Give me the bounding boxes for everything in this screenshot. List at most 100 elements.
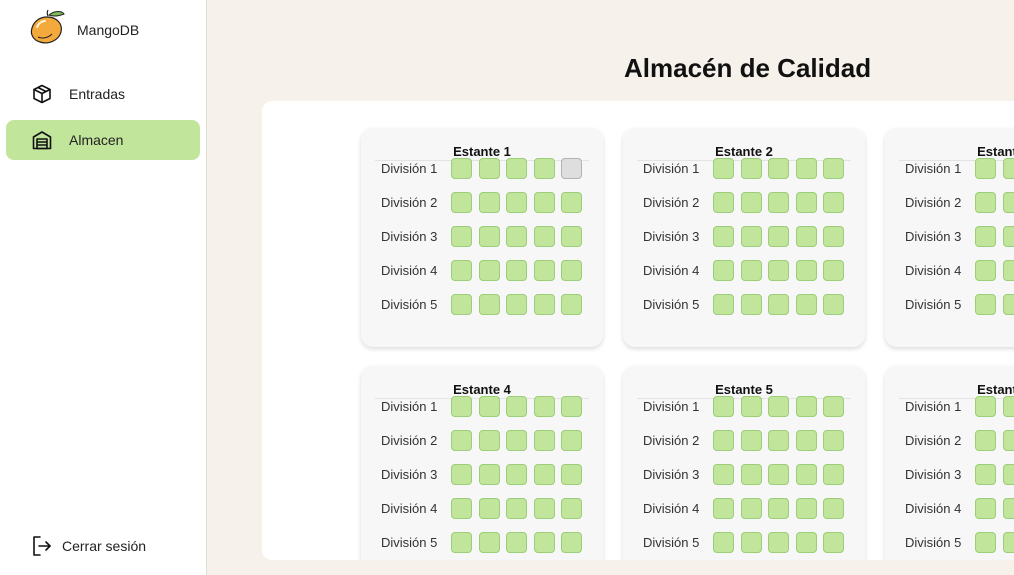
slot-filled[interactable] (795, 497, 817, 519)
slot-filled[interactable] (1002, 191, 1014, 213)
slot-filled[interactable] (768, 395, 789, 417)
slot-filled[interactable] (478, 293, 500, 315)
slot-filled[interactable] (506, 259, 527, 281)
slot-filled[interactable] (478, 463, 500, 485)
slot-filled[interactable] (506, 463, 527, 485)
slot-filled[interactable] (823, 497, 844, 519)
slot-filled[interactable] (740, 259, 762, 281)
slot-filled[interactable] (823, 191, 844, 213)
slot-filled[interactable] (478, 157, 500, 179)
slot-filled[interactable] (451, 225, 472, 247)
slot-filled[interactable] (478, 259, 500, 281)
slot-filled[interactable] (795, 293, 817, 315)
slot-filled[interactable] (975, 293, 996, 315)
slot-filled[interactable] (533, 429, 555, 451)
slot-filled[interactable] (506, 395, 527, 417)
slot-filled[interactable] (975, 191, 996, 213)
slot-filled[interactable] (451, 259, 472, 281)
slot-filled[interactable] (740, 497, 762, 519)
slot-filled[interactable] (795, 259, 817, 281)
slot-filled[interactable] (1002, 259, 1014, 281)
slot-filled[interactable] (740, 225, 762, 247)
slot-filled[interactable] (478, 429, 500, 451)
slot-filled[interactable] (478, 531, 500, 553)
slot-filled[interactable] (768, 497, 789, 519)
slot-filled[interactable] (478, 225, 500, 247)
slot-filled[interactable] (713, 497, 734, 519)
slot-filled[interactable] (533, 497, 555, 519)
slot-filled[interactable] (713, 293, 734, 315)
slot-filled[interactable] (768, 531, 789, 553)
slot-filled[interactable] (975, 497, 996, 519)
slot-filled[interactable] (823, 157, 844, 179)
slot-filled[interactable] (1002, 395, 1014, 417)
slot-filled[interactable] (740, 395, 762, 417)
slot-filled[interactable] (823, 225, 844, 247)
slot-filled[interactable] (823, 259, 844, 281)
slot-filled[interactable] (1002, 429, 1014, 451)
slot-filled[interactable] (975, 429, 996, 451)
slot-filled[interactable] (713, 259, 734, 281)
slot-filled[interactable] (795, 225, 817, 247)
slot-filled[interactable] (795, 395, 817, 417)
slot-filled[interactable] (506, 293, 527, 315)
slot-filled[interactable] (506, 429, 527, 451)
slot-filled[interactable] (1002, 463, 1014, 485)
slot-filled[interactable] (975, 259, 996, 281)
slot-filled[interactable] (713, 225, 734, 247)
slot-filled[interactable] (561, 531, 582, 553)
slot-filled[interactable] (823, 531, 844, 553)
slot-filled[interactable] (975, 225, 996, 247)
slot-filled[interactable] (478, 497, 500, 519)
slot-filled[interactable] (561, 259, 582, 281)
slot-filled[interactable] (506, 497, 527, 519)
slot-filled[interactable] (823, 429, 844, 451)
slot-filled[interactable] (768, 463, 789, 485)
slot-filled[interactable] (1002, 531, 1014, 553)
sidebar-item-almacen[interactable]: Almacen (6, 120, 200, 160)
slot-filled[interactable] (506, 531, 527, 553)
slot-filled[interactable] (451, 395, 472, 417)
slot-filled[interactable] (1002, 293, 1014, 315)
slot-filled[interactable] (768, 293, 789, 315)
slot-filled[interactable] (795, 531, 817, 553)
slot-filled[interactable] (768, 191, 789, 213)
slot-filled[interactable] (533, 225, 555, 247)
slot-filled[interactable] (561, 429, 582, 451)
slot-filled[interactable] (823, 463, 844, 485)
slot-filled[interactable] (768, 225, 789, 247)
slot-filled[interactable] (713, 531, 734, 553)
slot-filled[interactable] (768, 157, 789, 179)
slot-filled[interactable] (740, 531, 762, 553)
slot-filled[interactable] (975, 395, 996, 417)
slot-filled[interactable] (795, 157, 817, 179)
slot-filled[interactable] (740, 429, 762, 451)
slot-filled[interactable] (561, 293, 582, 315)
slot-filled[interactable] (768, 259, 789, 281)
slot-filled[interactable] (740, 463, 762, 485)
slot-filled[interactable] (451, 463, 472, 485)
slot-filled[interactable] (561, 497, 582, 519)
slot-filled[interactable] (533, 395, 555, 417)
slot-filled[interactable] (795, 463, 817, 485)
slot-filled[interactable] (1002, 497, 1014, 519)
slot-filled[interactable] (975, 463, 996, 485)
slot-filled[interactable] (740, 191, 762, 213)
slot-filled[interactable] (533, 259, 555, 281)
brand[interactable]: MangoDB (28, 9, 139, 50)
slot-filled[interactable] (533, 157, 555, 179)
logout-button[interactable]: Cerrar sesión (32, 535, 146, 557)
slot-filled[interactable] (533, 531, 555, 553)
slot-filled[interactable] (975, 531, 996, 553)
slot-filled[interactable] (823, 395, 844, 417)
slot-filled[interactable] (740, 157, 762, 179)
slot-filled[interactable] (533, 463, 555, 485)
slot-filled[interactable] (533, 191, 555, 213)
slot-filled[interactable] (561, 191, 582, 213)
slot-filled[interactable] (823, 293, 844, 315)
slot-filled[interactable] (533, 293, 555, 315)
slot-filled[interactable] (506, 191, 527, 213)
slot-filled[interactable] (1002, 225, 1014, 247)
slot-filled[interactable] (768, 429, 789, 451)
slot-filled[interactable] (451, 429, 472, 451)
